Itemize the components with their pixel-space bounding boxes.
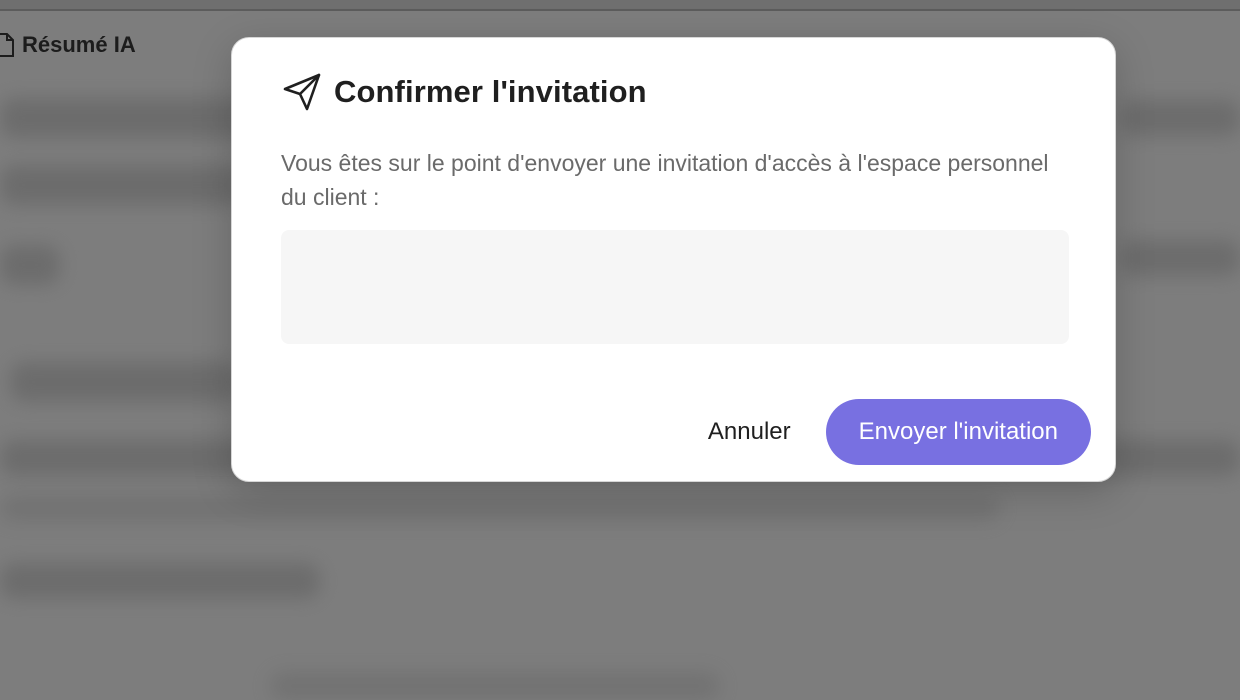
background-text-block: [1120, 240, 1240, 276]
send-invitation-button[interactable]: Envoyer l'invitation: [825, 399, 1091, 465]
document-icon: [0, 33, 14, 57]
background-text-block: [1120, 100, 1240, 136]
background-text-block: [0, 563, 320, 599]
background-tab-label: Résumé IA: [22, 32, 136, 57]
client-info-card: [281, 230, 1069, 344]
background-text-block: [270, 672, 720, 700]
cancel-button[interactable]: Annuler: [708, 418, 791, 446]
background-topbar: [0, 0, 1240, 11]
dialog-description: Vous êtes sur le point d'envoyer une inv…: [281, 150, 1049, 210]
dialog-header: Confirmer l'invitation: [282, 72, 647, 112]
background-text-block: [0, 495, 1000, 521]
paper-plane-icon: [282, 72, 322, 112]
background-text-block: [0, 165, 245, 205]
background-text-block: [10, 362, 240, 402]
background-text-block: [0, 98, 260, 138]
invitation-confirm-dialog: Confirmer l'invitation Vous êtes sur le …: [231, 37, 1116, 482]
background-tab: Résumé IA: [0, 30, 136, 60]
dialog-footer: Annuler Envoyer l'invitation: [708, 399, 1091, 465]
background-text-block: [0, 245, 60, 285]
dialog-title: Confirmer l'invitation: [334, 74, 647, 109]
